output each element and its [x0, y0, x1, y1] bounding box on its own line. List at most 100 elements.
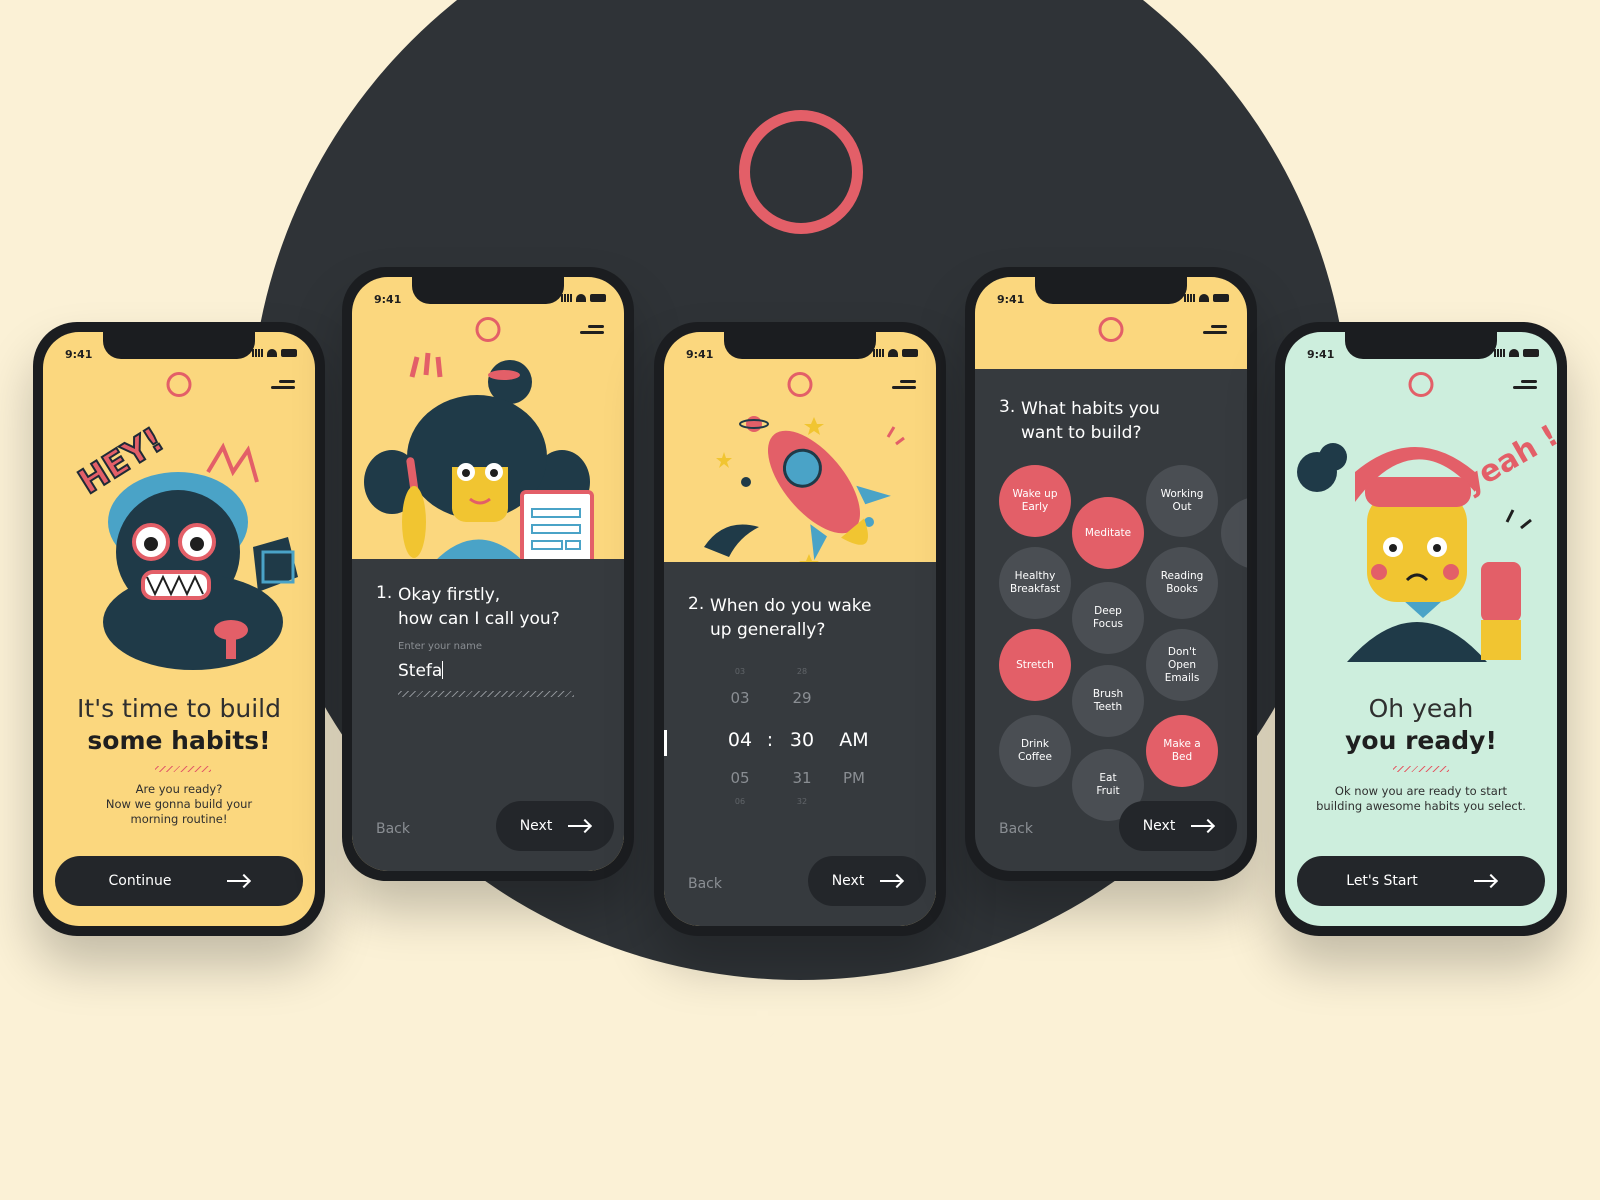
status-time: 9:41 — [1307, 348, 1335, 361]
back-link[interactable]: Back — [999, 821, 1033, 837]
welcome-title-light: It's time to build — [77, 694, 281, 723]
arrow-right-icon — [227, 880, 250, 882]
status-icons — [561, 294, 606, 302]
hour-option: 03 — [734, 667, 746, 676]
habit-bubble[interactable]: Make a Bed — [1146, 715, 1218, 787]
habit-bubble[interactable]: Brush Teeth — [1072, 665, 1144, 737]
habit-label: Eat Fruit — [1096, 772, 1119, 798]
phone-welcome: 9:41 HEY! It's time to build some habits… — [33, 322, 325, 936]
status-time: 9:41 — [997, 293, 1025, 306]
habit-label: Meditate — [1085, 527, 1131, 540]
menu-icon[interactable] — [580, 325, 604, 335]
menu-icon[interactable] — [892, 380, 916, 390]
picker-indicator — [664, 730, 667, 756]
habit-label-line: Wake up — [1012, 488, 1058, 500]
habit-bubble[interactable]: Wake up Early — [999, 465, 1071, 537]
habit-label: Stretch — [1016, 659, 1054, 672]
hour-option: 06 — [734, 797, 746, 806]
meridiem-wheel[interactable]: AM PM — [832, 721, 876, 797]
minute-option: 29 — [792, 689, 812, 707]
habit-bubble[interactable]: Deep Focus — [1072, 582, 1144, 654]
habit-bubble[interactable]: Reading Books — [1146, 547, 1218, 619]
back-link[interactable]: Back — [376, 821, 410, 837]
hour-wheel[interactable]: 03 03 04 05 06 — [720, 667, 760, 813]
habit-label-line: Open — [1167, 658, 1197, 671]
habit-label: Make a Bed — [1163, 738, 1200, 764]
hour-option-selected: 04 — [727, 729, 753, 751]
habit-label-line: Breakfast — [1010, 583, 1060, 595]
habit-bubble[interactable]: Stretch — [999, 629, 1071, 701]
minute-option-selected: 30 — [789, 729, 815, 751]
habit-bubble[interactable]: Don't Open Emails — [1146, 629, 1218, 701]
habit-label-line: Focus — [1093, 618, 1123, 630]
habit-label-line: Emails — [1164, 671, 1200, 684]
ready-title-bold: you ready! — [1345, 726, 1497, 755]
welcome-title-bold: some habits! — [87, 726, 271, 755]
habit-bubble[interactable]: Healthy Breakfast — [999, 547, 1071, 619]
continue-button[interactable]: Continue — [55, 856, 303, 906]
name-input-value: Stefa — [398, 661, 443, 681]
time-picker[interactable]: 03 03 04 05 06 : 28 29 30 31 32 AM PM — [664, 667, 936, 822]
habit-label-line: Make a — [1163, 738, 1201, 750]
menu-icon[interactable] — [271, 380, 295, 390]
status-time: 9:41 — [686, 348, 714, 361]
habit-label-line: Coffee — [1018, 751, 1052, 763]
habit-label: Drink Coffee — [1018, 738, 1052, 764]
question-line: how can I call you? — [398, 609, 560, 629]
logo-ring-icon — [166, 372, 192, 397]
menu-icon[interactable] — [1203, 325, 1227, 335]
phone-ready: 9:41 yeah !.. Oh yeah you ready! Ok now … — [1275, 322, 1567, 936]
ready-screen: 9:41 yeah !.. Oh yeah you ready! Ok now … — [1285, 332, 1557, 926]
next-button[interactable]: Next — [808, 856, 926, 906]
minute-wheel[interactable]: 28 29 30 31 32 — [782, 667, 822, 813]
question-line: up generally? — [710, 620, 826, 640]
question-line: Okay firstly, — [398, 585, 501, 605]
arrow-right-icon — [880, 880, 903, 882]
meridiem-option: PM — [843, 769, 865, 787]
next-button[interactable]: Next — [496, 801, 614, 851]
welcome-body-line: morning routine! — [130, 812, 228, 826]
habit-bubble[interactable]: Meditate — [1072, 497, 1144, 569]
back-link[interactable]: Back — [688, 876, 722, 892]
habit-bubble-grid: Wake up Early Meditate Working Out Healthy Bre… — [975, 277, 1247, 871]
next-button[interactable]: Next — [1119, 801, 1237, 851]
habit-label-line: Bed — [1171, 751, 1193, 763]
habit-label: Deep Focus — [1093, 605, 1123, 631]
name-screen: 9:41 1. Okay firstly, how can I call you… — [352, 277, 624, 871]
status-icons — [873, 349, 918, 357]
habit-label-line: Teeth — [1093, 701, 1123, 713]
minute-option: 28 — [796, 667, 808, 676]
habit-label-line: Brush — [1092, 688, 1124, 700]
name-input-label: Enter your name — [398, 641, 483, 652]
logo-ring-icon — [475, 317, 501, 342]
brand-title: wake up — [644, 1000, 957, 1079]
status-icons — [1184, 294, 1229, 302]
habit-bubble[interactable]: G — [1221, 497, 1247, 569]
habit-label: Reading Books — [1161, 570, 1204, 596]
next-label: Next — [519, 818, 553, 834]
habit-label: Healthy Breakfast — [1010, 570, 1060, 596]
menu-icon[interactable] — [1513, 380, 1537, 390]
squiggle-divider — [155, 766, 211, 772]
phone-habits: 9:41 3. What habits you want to build? W… — [965, 267, 1257, 881]
habit-label-line: Reading — [1160, 570, 1204, 582]
brand-subtitle: morning routine app — [657, 1075, 943, 1106]
habit-label: Don't Open Emails — [1165, 646, 1200, 685]
squiggle-divider — [1393, 766, 1449, 772]
rocket-illustration — [704, 416, 905, 562]
habit-label-line: Don't — [1167, 645, 1197, 658]
minute-option: 32 — [796, 797, 808, 806]
question-number: 1. — [376, 583, 393, 603]
notch — [1345, 332, 1497, 359]
habit-label-line: Early — [1021, 501, 1049, 513]
ready-body: Ok now you are ready to start building a… — [1285, 784, 1557, 814]
ready-body-line: Ok now you are ready to start — [1334, 784, 1508, 798]
habit-label-line: Books — [1166, 583, 1198, 595]
welcome-screen: 9:41 HEY! It's time to build some habits… — [43, 332, 315, 926]
name-input[interactable]: Stefa — [398, 661, 574, 685]
wake-time-screen: 9:41 2. When do you wake up generally? 0… — [664, 332, 936, 926]
habit-bubble[interactable]: Working Out — [1146, 465, 1218, 537]
habit-label-line: Working — [1160, 488, 1204, 500]
habit-bubble[interactable]: Drink Coffee — [999, 715, 1071, 787]
lets-start-button[interactable]: Let's Start — [1297, 856, 1545, 906]
